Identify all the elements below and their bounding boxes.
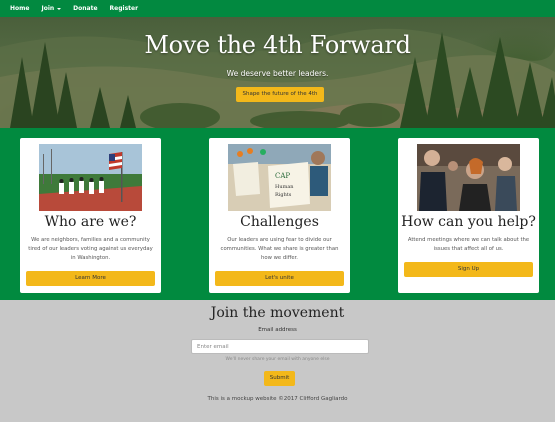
chevron-down-icon <box>57 7 62 10</box>
card-challenges: CAP Human Rights Challenges Our leaders … <box>209 138 350 293</box>
card-parade-image <box>39 144 142 211</box>
hero-title: Move the 4th Forward <box>144 31 411 59</box>
card-title: Challenges <box>240 214 319 230</box>
navbar: Home Join Donate Register <box>0 0 555 17</box>
sign-up-button[interactable]: Sign Up <box>404 262 533 277</box>
nav-join-dropdown[interactable]: Join <box>41 5 62 12</box>
info-section: Who are we? We are neighbors, families a… <box>0 128 555 300</box>
nav-donate[interactable]: Donate <box>73 5 97 12</box>
shape-future-button[interactable]: Shape the future of the 4th <box>236 87 324 102</box>
svg-text:Rights: Rights <box>275 192 292 198</box>
submit-button[interactable]: Submit <box>264 371 295 386</box>
nav-join-label: Join <box>41 5 55 12</box>
hero-subtitle: We deserve better leaders. <box>226 69 329 78</box>
card-text: Attend meetings where we can talk about … <box>407 237 530 252</box>
nav-home-label: Home <box>10 5 30 12</box>
card-text: We are neighbors, families and a communi… <box>28 237 153 261</box>
movement-title: Join the movement <box>210 305 345 321</box>
learn-more-button[interactable]: Learn More <box>26 271 155 286</box>
card-title: How can you help? <box>401 214 536 230</box>
card-text: Our leaders are using fear to divide our… <box>220 237 339 261</box>
card-meeting-image <box>417 144 520 211</box>
card-protest-image: CAP Human Rights <box>228 144 331 211</box>
card-who-are-we: Who are we? We are neighbors, families a… <box>20 138 161 293</box>
email-help-text: We'll never share your email with anyone… <box>225 357 330 362</box>
nav-register[interactable]: Register <box>110 5 139 12</box>
email-field[interactable] <box>191 339 369 354</box>
lets-unite-button[interactable]: Let's unite <box>215 271 344 286</box>
card-how-can-you-help: How can you help? Attend meetings where … <box>398 138 539 293</box>
nav-donate-label: Donate <box>73 5 98 12</box>
svg-text:CAP: CAP <box>275 172 290 180</box>
card-title: Who are we? <box>44 214 137 230</box>
nav-register-label: Register <box>109 5 139 12</box>
hero-banner: Move the 4th Forward We deserve better l… <box>0 17 555 128</box>
email-label: Email address <box>258 327 297 333</box>
copyright-text: This is a mockup website ©2017 Clifford … <box>207 396 348 402</box>
svg-text:Human: Human <box>275 184 294 190</box>
nav-home[interactable]: Home <box>10 5 29 12</box>
